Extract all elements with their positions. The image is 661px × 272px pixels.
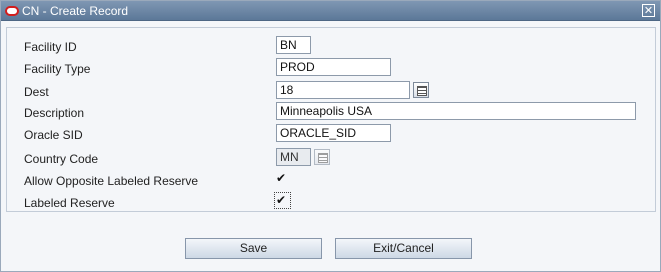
close-icon[interactable]: ✕ [642,4,655,17]
facility-type-field[interactable] [276,58,391,76]
oracle-sid-label: Oracle SID [24,128,83,142]
form-panel: Facility ID Facility Type Dest Descripti… [6,27,656,212]
row-facility-type: Facility Type [7,58,655,78]
row-labeled-reserve: Labeled Reserve ✔ [7,192,655,212]
labeled-reserve-label: Labeled Reserve [24,196,115,210]
oracle-logo-icon [5,6,19,16]
allow-opposite-checkbox[interactable]: ✔ [276,172,289,185]
window-title: CN - Create Record [22,4,129,18]
facility-id-label: Facility ID [24,40,77,54]
dest-field[interactable] [276,81,410,99]
facility-type-label: Facility Type [24,62,91,76]
description-field[interactable] [276,102,636,120]
oracle-sid-field[interactable] [276,124,391,142]
save-button[interactable]: Save [185,238,322,259]
facility-id-field[interactable] [276,36,311,54]
row-country-code: Country Code [7,148,655,168]
country-code-lookup-icon[interactable] [314,149,330,165]
row-facility-id: Facility ID [7,36,655,56]
dest-lookup-icon[interactable] [413,82,429,98]
dest-label: Dest [24,85,49,99]
labeled-reserve-checkbox[interactable]: ✔ [274,192,291,209]
allow-opposite-label: Allow Opposite Labeled Reserve [24,174,199,188]
row-dest: Dest [7,81,655,101]
row-allow-opposite: Allow Opposite Labeled Reserve ✔ [7,170,655,190]
country-code-field[interactable] [276,148,311,166]
title-bar: CN - Create Record ✕ [1,1,660,21]
exit-cancel-button[interactable]: Exit/Cancel [335,238,472,259]
row-oracle-sid: Oracle SID [7,124,655,144]
row-description: Description [7,102,655,122]
description-label: Description [24,106,85,120]
country-code-label: Country Code [24,152,99,166]
create-record-dialog: CN - Create Record ✕ Facility ID Facilit… [0,0,661,272]
